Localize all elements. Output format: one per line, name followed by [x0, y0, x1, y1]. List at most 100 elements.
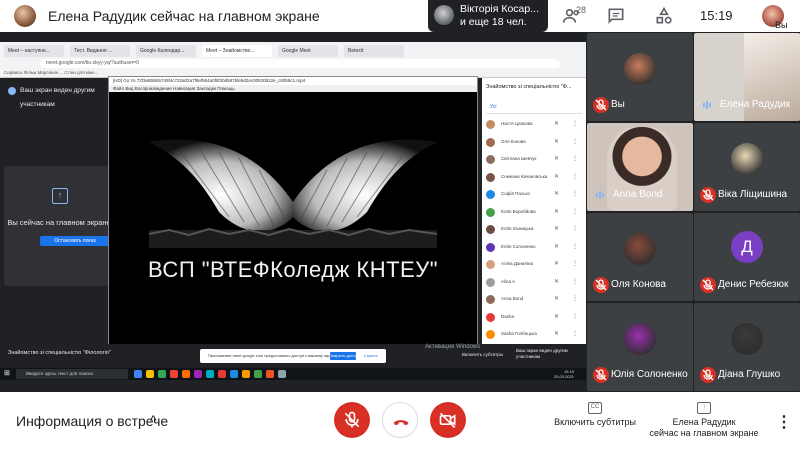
participant-tile[interactable]: Елена Радудик	[694, 33, 800, 121]
taskbar-app-icon[interactable]	[278, 370, 286, 378]
taskbar-app-icon[interactable]	[158, 370, 166, 378]
inner-participant-row[interactable]: Юлія Воробйова ✕ ⋮	[486, 206, 582, 220]
hide-notice-button[interactable]: Скрыть	[364, 349, 378, 363]
browser-tab[interactable]: Betexit	[344, 45, 404, 57]
mic-off-icon: ✕	[554, 331, 560, 337]
mic-off-icon: ✕	[554, 156, 560, 162]
taskbar-app-icon[interactable]	[218, 370, 226, 378]
meeting-name: Знайомство зі спеціальністю "Філологія"	[8, 350, 111, 356]
taskbar-app-icon[interactable]	[182, 370, 190, 378]
taskbar-app-icon[interactable]	[254, 370, 262, 378]
taskbar-app-icon[interactable]	[194, 370, 202, 378]
taskbar-app-icon[interactable]	[242, 370, 250, 378]
inner-participant-row[interactable]: Alina A ✕ ⋮	[486, 276, 582, 290]
muted-indicator	[700, 367, 716, 383]
more-vert-icon[interactable]: ⋮	[572, 330, 578, 337]
participant-name: Юлія Солоненко	[611, 369, 688, 380]
more-vert-icon[interactable]: ⋮	[572, 313, 578, 320]
more-vert-icon[interactable]: ⋮	[572, 173, 578, 180]
mic-off-icon	[702, 279, 714, 291]
taskbar-app-icon[interactable]	[170, 370, 178, 378]
inner-participant-row[interactable]: Світлана Шевчук ✕ ⋮	[486, 153, 582, 167]
taskbar-app-icon[interactable]	[230, 370, 238, 378]
participant-tile[interactable]: Діана Глушко	[694, 303, 800, 391]
inner-participant-row[interactable]: Sasha Голбецька ✕ ⋮	[486, 328, 582, 342]
participant-tile[interactable]: Юлія Солоненко	[587, 303, 693, 391]
inner-participant-row[interactable]: Снежана Качановська ✕ ⋮	[486, 171, 582, 185]
share-notice: Приложение meet.google.com предоставило …	[200, 349, 386, 363]
windows-start-icon[interactable]: ⊞	[4, 370, 12, 378]
more-vert-icon[interactable]: ⋮	[572, 155, 578, 162]
browser-tab[interactable]: Google Meet	[278, 45, 338, 57]
presenter-line1: Елена Радудик	[672, 417, 736, 427]
more-vert-icon[interactable]: ⋮	[572, 120, 578, 127]
participant-name: Світлана Шевчук	[501, 156, 537, 161]
mic-off-button[interactable]	[334, 402, 370, 438]
browser-tab[interactable]: Meet – Знайомство...	[202, 45, 272, 57]
meeting-info-button[interactable]: Информация о встрече	[16, 413, 168, 429]
avatar	[731, 323, 763, 355]
subtitles-button[interactable]: CC Включить субтитры	[550, 402, 640, 428]
inner-panel-title: Знайомство зі спеціальністю "Ф...	[486, 84, 572, 90]
avatar	[486, 330, 495, 339]
inner-participant-row[interactable]: Оля Конова ✕ ⋮	[486, 136, 582, 150]
chat-icon[interactable]	[606, 6, 626, 26]
browser-tab[interactable]: Google Календар...	[136, 45, 196, 57]
taskbar-app-icon[interactable]	[266, 370, 274, 378]
clock: 15:19	[700, 8, 733, 23]
more-vert-icon[interactable]: ⋮	[572, 208, 578, 215]
mic-off-icon: ✕	[554, 208, 560, 215]
inner-participant-row[interactable]: Dasha ✕ ⋮	[486, 311, 582, 325]
top-bar: Елена Радудик сейчас на главном экране В…	[0, 0, 800, 32]
taskbar-search[interactable]: Введите здесь текст для поиска	[16, 369, 128, 379]
browser-tab[interactable]: Meet – наступне...	[4, 45, 64, 57]
participant-tile[interactable]: Віка Ліщишина	[694, 123, 800, 211]
join-notification[interactable]: Вікторія Косар... и еще 18 чел.	[428, 0, 548, 32]
more-vert-icon[interactable]: ⋮	[572, 278, 578, 285]
participant-tile[interactable]: Д Денис Ребезюк	[694, 213, 800, 301]
notification-line2: и еще 18 чел.	[460, 16, 527, 28]
chevron-up-icon[interactable]: ^	[150, 412, 157, 428]
player-title: [HD] Go Yo 72f3eB5b65749f4c722a02a7f8ef5…	[109, 77, 477, 85]
leave-call-button[interactable]	[382, 402, 418, 438]
inner-panel-tabs: Усі	[486, 102, 582, 114]
participant-name: Елена Радудик	[720, 99, 791, 110]
stop-presenting-button[interactable]: Остановить показ	[40, 236, 110, 246]
url-bar[interactable]: meet.google.com/tiu-zkyy-yq/?authuser=0	[40, 59, 560, 68]
more-vert-icon[interactable]: ⋮	[572, 260, 578, 267]
participant-tile[interactable]: Оля Конова	[587, 213, 693, 301]
mic-off-icon: ✕	[554, 173, 560, 180]
inner-participant-row[interactable]: Юлія Ільницька ✕ ⋮	[486, 223, 582, 237]
taskbar-app-icon[interactable]	[146, 370, 154, 378]
participant-name: Юлія Воробйова	[501, 208, 536, 214]
inner-participant-row[interactable]: Настя Цапкова ✕ ⋮	[486, 118, 582, 132]
more-options-icon[interactable]: ⋮	[776, 412, 792, 432]
more-vert-icon[interactable]: ⋮	[572, 225, 578, 232]
more-vert-icon[interactable]: ⋮	[572, 138, 578, 145]
mic-off-icon: ✕	[554, 243, 560, 250]
camera-off-button[interactable]	[430, 402, 466, 438]
more-vert-icon[interactable]: ⋮	[572, 243, 578, 250]
more-vert-icon[interactable]: ⋮	[572, 190, 578, 197]
more-vert-icon[interactable]: ⋮	[572, 295, 578, 302]
inner-participant-row[interactable]: Юлія Солоненко ✕ ⋮	[486, 241, 582, 255]
share-banner: Ваш экран виден другим участникам	[4, 84, 114, 108]
presenter-button[interactable]: ↑ Елена Радудик сейчас на главном экране	[646, 402, 762, 439]
taskbar-app-icon[interactable]	[206, 370, 214, 378]
participant-tile[interactable]: Вы	[587, 33, 693, 121]
inner-participant-row[interactable]: Anna Bond ✕ ⋮	[486, 293, 582, 307]
mic-off-icon	[344, 411, 360, 428]
player-menu[interactable]: Файл Вид Воспроизведение Навигация Закла…	[109, 85, 477, 92]
mic-off-icon: ✕	[554, 226, 560, 232]
presenting-text: Вы сейчас на главном экране	[7, 218, 111, 227]
participant-tile[interactable]: Anna Bond	[587, 123, 693, 211]
activities-icon[interactable]	[654, 6, 674, 26]
close-access-button[interactable]: Закрыть доступ	[330, 352, 359, 360]
taskbar-app-icon[interactable]	[134, 370, 142, 378]
browser-tab[interactable]: Тест. Видання ...	[70, 45, 130, 57]
inner-participant-row[interactable]: Софія Пасько ✕ ⋮	[486, 188, 582, 202]
inner-participant-row[interactable]: Аліна Даниліна ✕ ⋮	[486, 258, 582, 272]
share-dot-icon	[8, 87, 16, 95]
avatar	[486, 242, 495, 252]
tab-all[interactable]: Усі	[490, 104, 496, 110]
